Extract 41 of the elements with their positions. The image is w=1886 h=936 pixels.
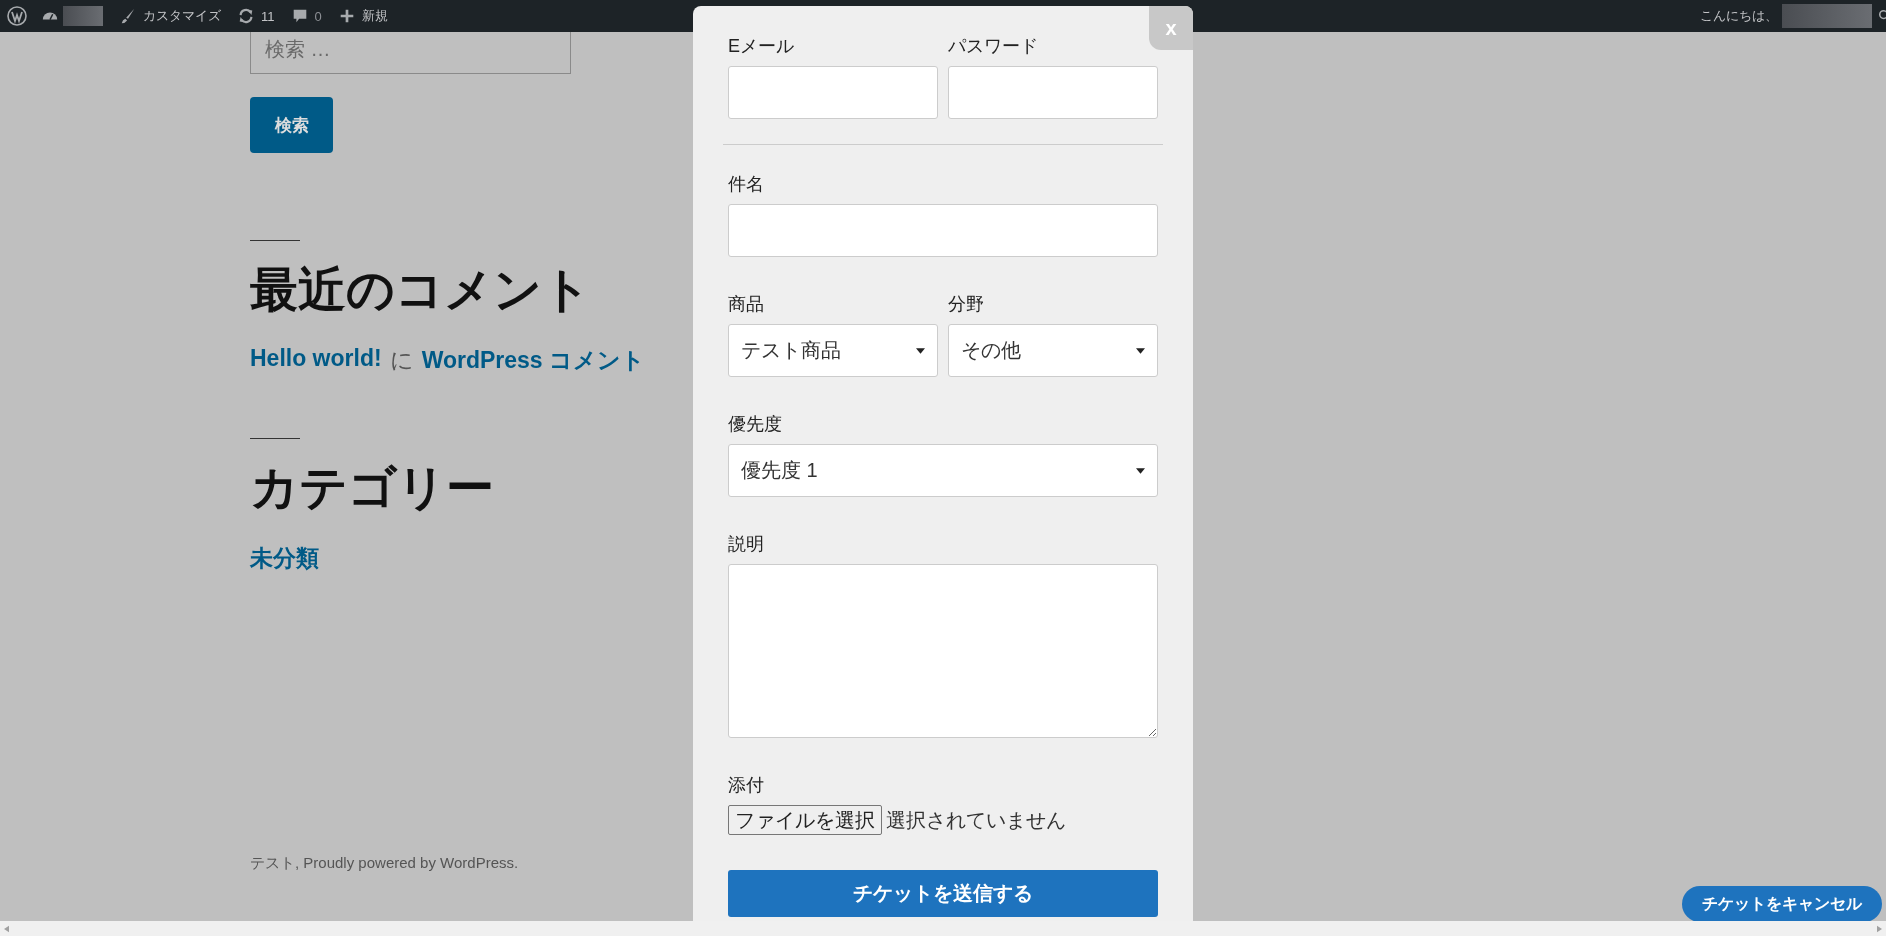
field-label: 件名 — [728, 173, 765, 196]
select-field[interactable]: テスト商品 — [728, 324, 938, 377]
admin-bar-item[interactable]: カスタマイズ — [119, 7, 221, 25]
field-label: 優先度 — [728, 413, 783, 436]
field-label: 商品 — [728, 293, 765, 316]
admin-bar-item[interactable]: 新規 — [337, 7, 388, 25]
search-field[interactable]: 検索 … — [250, 32, 571, 74]
select-field[interactable]: 優先度 1 — [728, 444, 1158, 497]
post-link[interactable]: Hello world! — [250, 345, 382, 376]
joiner-text: に — [389, 346, 414, 375]
field-label: Eメール — [728, 35, 795, 58]
search-button[interactable]: 検索 — [250, 97, 333, 153]
scroll-left-icon[interactable] — [4, 924, 9, 933]
horizontal-scrollbar[interactable] — [0, 921, 1886, 936]
choose-file-button[interactable]: ファイルを選択 — [728, 805, 882, 835]
wordpress-logo-icon[interactable] — [7, 6, 27, 26]
greeting-text: こんにちは、 — [1700, 7, 1778, 25]
widget-heading: 最近のコメント — [250, 262, 592, 318]
caret-icon — [916, 347, 925, 354]
field-label: 添付 — [728, 774, 765, 797]
caret-icon — [1136, 467, 1145, 474]
input-field[interactable] — [728, 204, 1158, 257]
file-status-text: 選択されていません — [886, 807, 1066, 833]
footer-text: テスト, Proudly powered by WordPress. — [250, 854, 519, 873]
category-link[interactable]: 未分類 — [250, 543, 319, 574]
author-link[interactable]: WordPress コメント — [421, 345, 646, 376]
admin-bar-item[interactable]: 0 — [290, 7, 322, 25]
redacted-block — [63, 6, 103, 26]
input-field[interactable] — [948, 66, 1158, 119]
select-field[interactable]: その他 — [948, 324, 1158, 377]
scroll-right-icon[interactable] — [1877, 924, 1882, 933]
input-field[interactable] — [728, 66, 938, 119]
field-label: パスワード — [948, 35, 1039, 58]
admin-bar-item[interactable]: 11 — [237, 7, 275, 25]
caret-icon — [1136, 347, 1145, 354]
submit-button[interactable]: チケットを送信する — [728, 870, 1158, 917]
refresh-icon — [237, 7, 255, 25]
field-label: 分野 — [948, 293, 985, 316]
field-label: 説明 — [728, 533, 765, 556]
cancel-button[interactable]: チケットをキャンセル — [1682, 886, 1882, 922]
widget-heading: カテゴリー — [250, 460, 494, 516]
